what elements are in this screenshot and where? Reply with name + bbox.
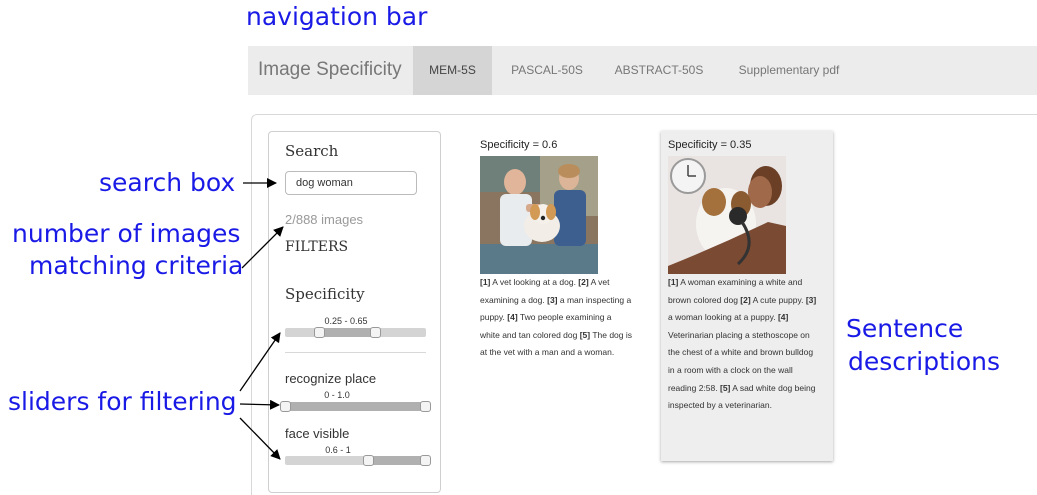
- arrow-specificity-slider: [239, 332, 281, 392]
- arrow-image-count: [241, 226, 284, 269]
- annotation-arrows: [239, 178, 284, 460]
- arrow-recognize-slider: [239, 399, 280, 410]
- arrow-face-slider: [239, 417, 281, 460]
